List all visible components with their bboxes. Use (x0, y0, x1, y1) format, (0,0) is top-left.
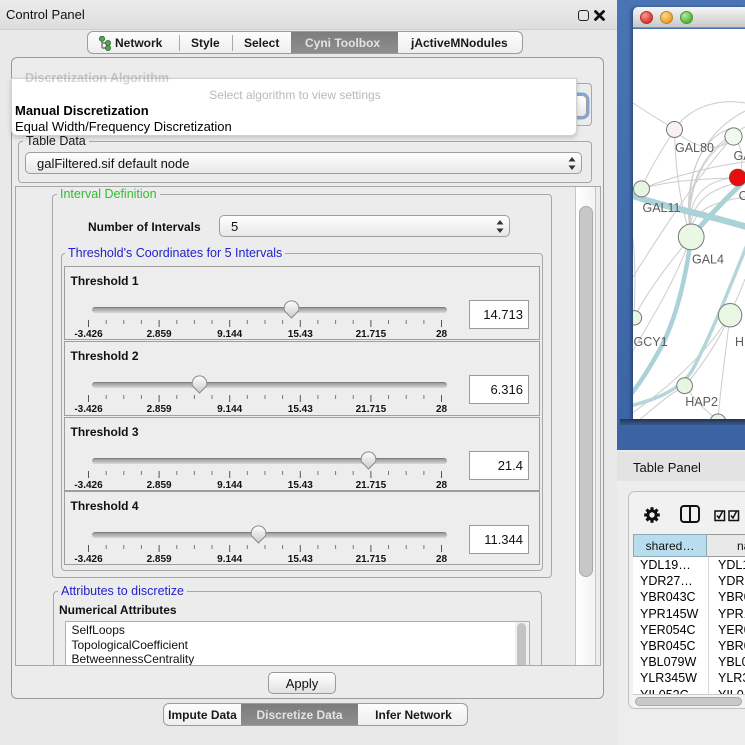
svg-text:C: C (739, 189, 745, 203)
svg-text:9.144: 9.144 (217, 404, 242, 415)
svg-text:21.715: 21.715 (355, 480, 386, 491)
svg-text:GA: GA (734, 149, 745, 163)
svg-text:2.859: 2.859 (146, 480, 171, 491)
svg-text:28: 28 (435, 554, 447, 565)
svg-text:15.43: 15.43 (287, 554, 312, 565)
svg-text:28: 28 (435, 404, 447, 415)
svg-text:21.715: 21.715 (355, 329, 386, 340)
svg-text:9.144: 9.144 (217, 554, 242, 565)
svg-text:-3.426: -3.426 (74, 404, 103, 415)
svg-text:GCY1: GCY1 (634, 335, 668, 349)
svg-text:28: 28 (435, 329, 447, 340)
svg-text:15.43: 15.43 (287, 404, 312, 415)
svg-text:-3.426: -3.426 (74, 480, 103, 491)
svg-text:-3.426: -3.426 (74, 554, 103, 565)
svg-text:15.43: 15.43 (287, 480, 312, 491)
svg-text:15.43: 15.43 (287, 329, 312, 340)
svg-text:GAL11: GAL11 (643, 201, 681, 215)
svg-text:GAL4: GAL4 (692, 253, 724, 267)
svg-text:9.144: 9.144 (217, 329, 242, 340)
svg-text:9.144: 9.144 (217, 480, 242, 491)
svg-text:28: 28 (435, 480, 447, 491)
svg-text:HAP2: HAP2 (685, 395, 718, 409)
svg-text:GAL80: GAL80 (675, 141, 714, 155)
svg-text:21.715: 21.715 (355, 554, 386, 565)
svg-text:21.715: 21.715 (355, 404, 386, 415)
svg-text:-3.426: -3.426 (74, 329, 103, 340)
svg-text:2.859: 2.859 (146, 329, 171, 340)
svg-text:H: H (735, 335, 744, 349)
svg-text:2.859: 2.859 (146, 404, 171, 415)
svg-text:2.859: 2.859 (146, 554, 171, 565)
